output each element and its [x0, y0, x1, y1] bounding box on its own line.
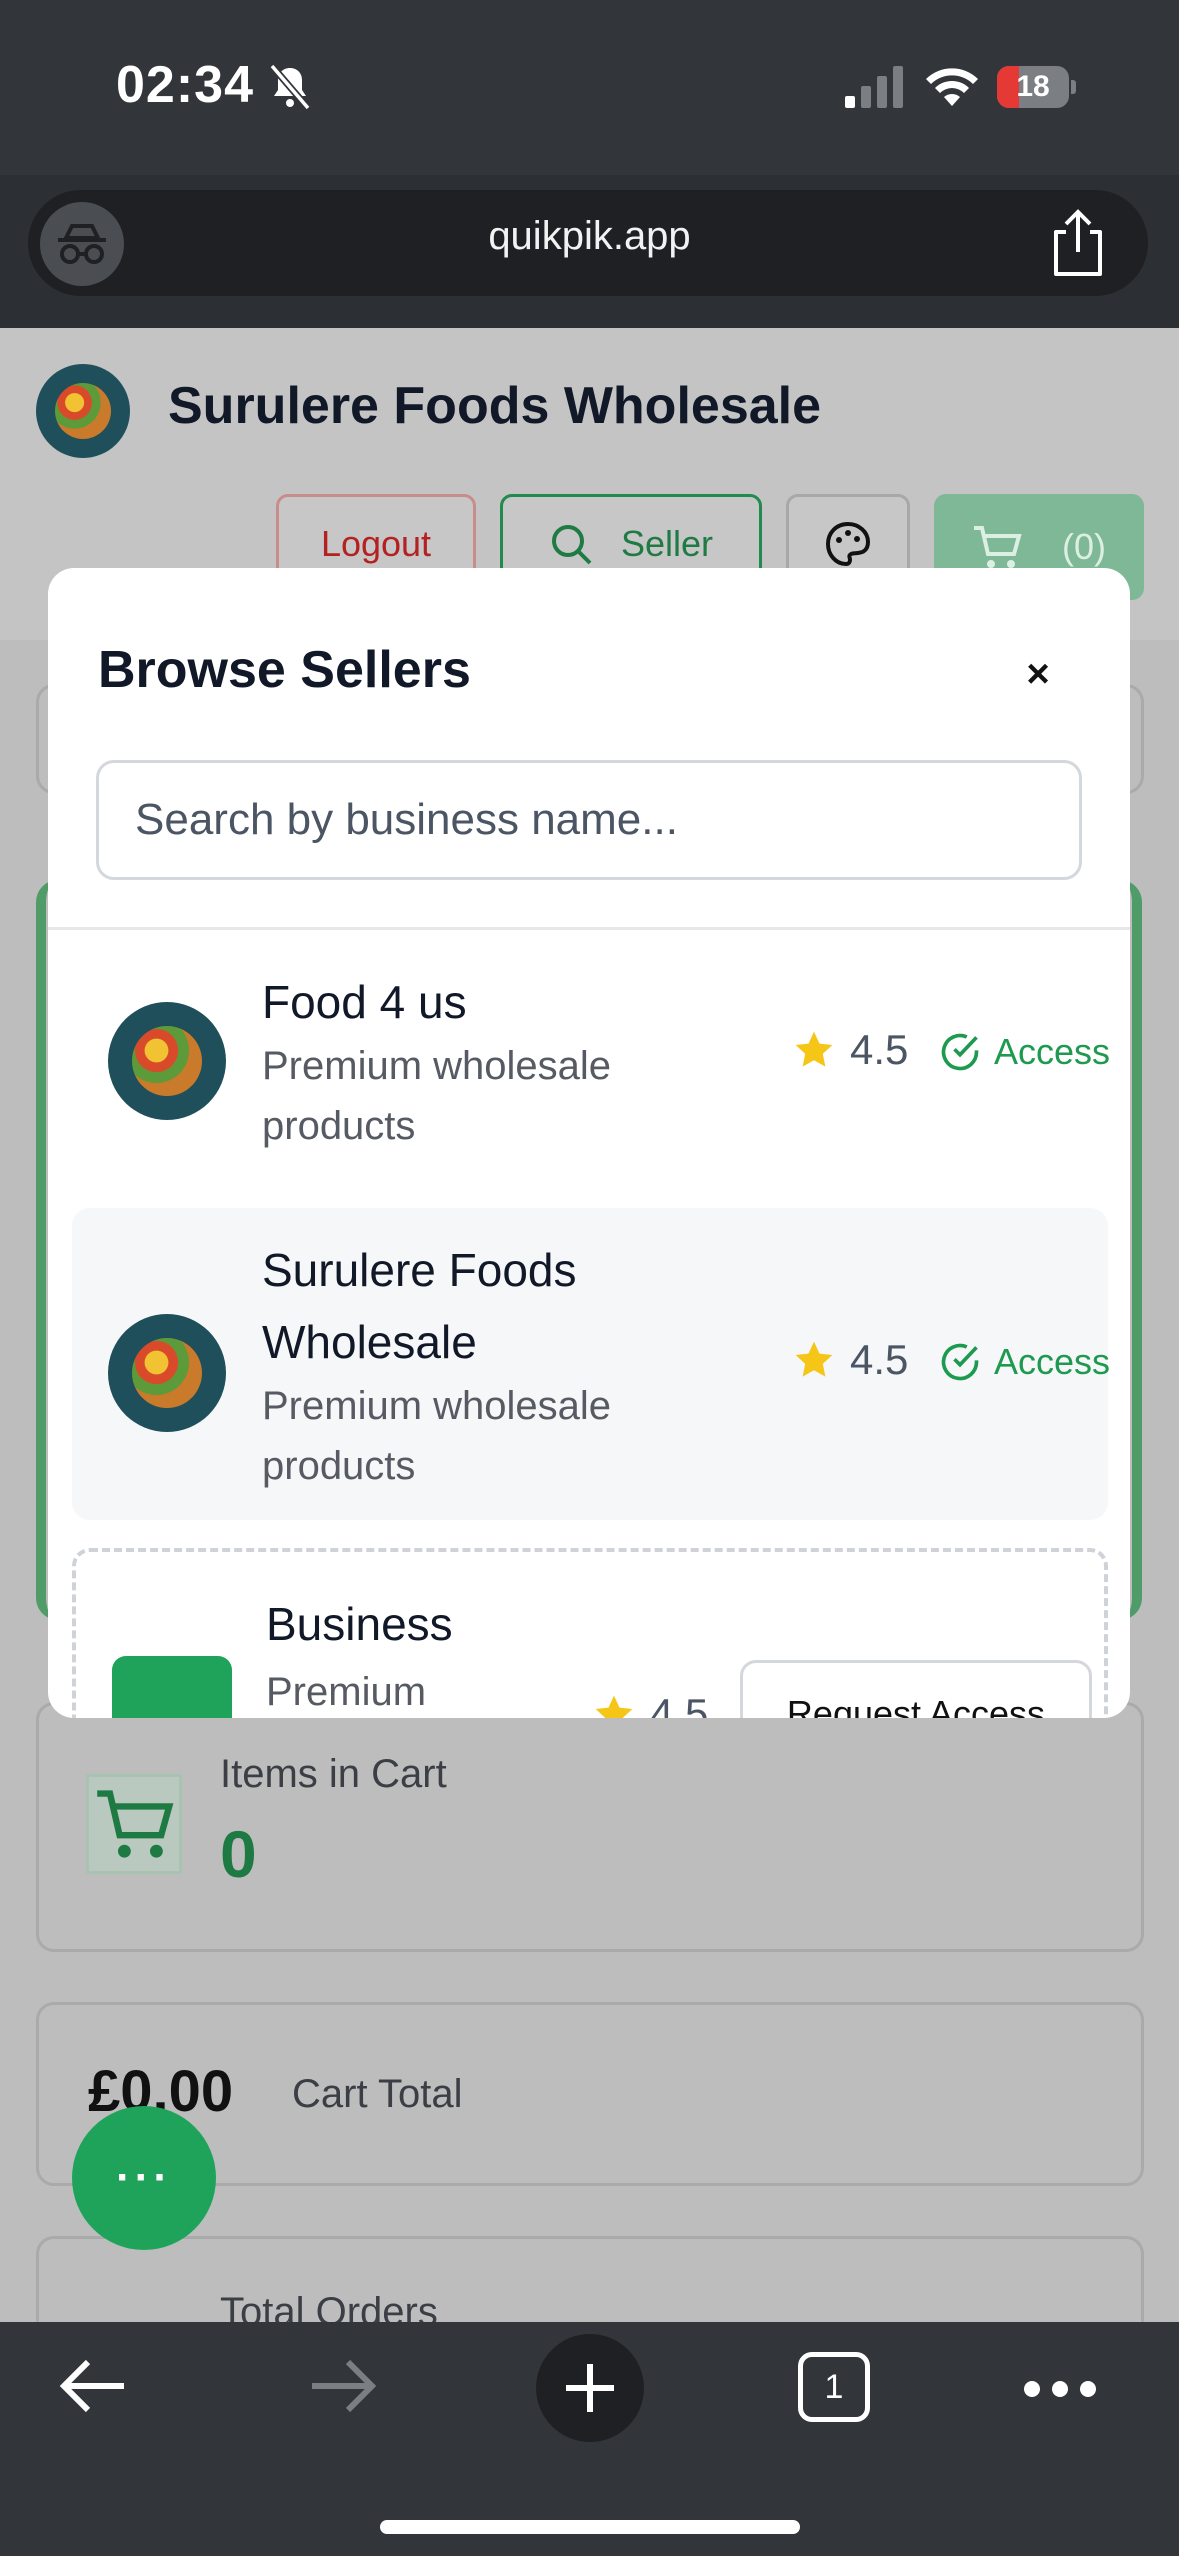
seller-label: Seller	[620, 523, 714, 564]
access-label: Access	[994, 1031, 1111, 1072]
battery-level: 18	[1016, 70, 1050, 103]
cart-icon	[974, 526, 1022, 568]
seller-description: Premium wholesale products	[262, 1384, 612, 1488]
request-access-button[interactable]: Request Access	[740, 1660, 1092, 1718]
items-in-cart-card	[36, 1702, 1144, 1952]
status-time: 02:34	[116, 56, 254, 114]
more-actions-fab[interactable]: ···	[72, 2106, 216, 2250]
star-icon	[795, 1031, 833, 1067]
brand-logo	[36, 364, 130, 458]
seller-initials-badge: WS	[112, 1656, 232, 1718]
seller-row-selected[interactable]: Surulere Foods Wholesale Premium wholesa…	[72, 1208, 1110, 1520]
seller-logo	[108, 1002, 226, 1120]
rating-value: 4.5	[650, 1690, 709, 1718]
seller-description: Premium wholesale products	[262, 1044, 612, 1148]
bell-muted-icon	[269, 64, 311, 110]
check-circle-icon	[941, 1033, 979, 1071]
star-icon	[595, 1695, 633, 1718]
seller-rating: 4.5	[792, 1336, 908, 1384]
seller-search-input[interactable]	[96, 760, 1082, 880]
rating-value: 4.5	[850, 1336, 909, 1383]
cart-count: (0)	[1062, 526, 1106, 567]
access-status: Access	[938, 1030, 1110, 1074]
items-in-cart-label: Items in Cart	[220, 1752, 447, 1796]
close-icon: ×	[1026, 651, 1050, 696]
seller-name: Food 4 us	[262, 976, 467, 1028]
new-tab-button[interactable]	[536, 2334, 644, 2442]
seller-row[interactable]: Food 4 us Premium wholesale products 4.5…	[72, 970, 1110, 1158]
palette-icon	[825, 521, 871, 567]
close-button[interactable]: ×	[1008, 644, 1068, 704]
wifi-icon	[926, 68, 978, 106]
url-text: quikpik.app	[488, 214, 691, 258]
forward-arrow-icon[interactable]	[306, 2356, 378, 2416]
cellular-signal-icon	[845, 66, 903, 108]
more-menu-icon[interactable]	[1022, 2374, 1098, 2404]
modal-title: Browse Sellers	[98, 641, 471, 699]
plus-icon	[566, 2364, 614, 2412]
seller-logo	[108, 1314, 226, 1432]
seller-name: Business	[266, 1598, 453, 1650]
tabs-button[interactable]: 1	[798, 2352, 870, 2422]
back-arrow-icon[interactable]	[58, 2356, 130, 2416]
battery-indicator: 18	[997, 66, 1077, 108]
search-icon	[551, 525, 592, 565]
divider	[48, 927, 1130, 930]
seller-name: Surulere Foods Wholesale	[262, 1244, 577, 1368]
cart-stat-icon	[86, 1774, 182, 1874]
items-in-cart-value: 0	[220, 1817, 257, 1891]
share-icon[interactable]	[1048, 208, 1108, 278]
seller-rating: 4.5	[792, 1026, 908, 1074]
access-status: Access	[938, 1340, 1110, 1384]
browse-sellers-modal: Browse Sellers × Food 4 us Premium whole…	[48, 568, 1130, 1718]
tabs-count: 1	[824, 2367, 844, 2406]
check-circle-icon	[941, 1343, 979, 1381]
home-indicator	[380, 2520, 800, 2534]
cart-total-label: Cart Total	[292, 2072, 463, 2116]
seller-description: Premium	[266, 1670, 427, 1714]
rating-value: 4.5	[850, 1026, 909, 1073]
star-icon	[795, 1341, 833, 1377]
brand-title: Surulere Foods Wholesale	[168, 377, 822, 435]
seller-rating: 4.5	[592, 1690, 708, 1718]
seller-row-no-access[interactable]: WS Business Premium 4.5 Request Access	[72, 1548, 1108, 1718]
access-label: Access	[994, 1341, 1111, 1382]
